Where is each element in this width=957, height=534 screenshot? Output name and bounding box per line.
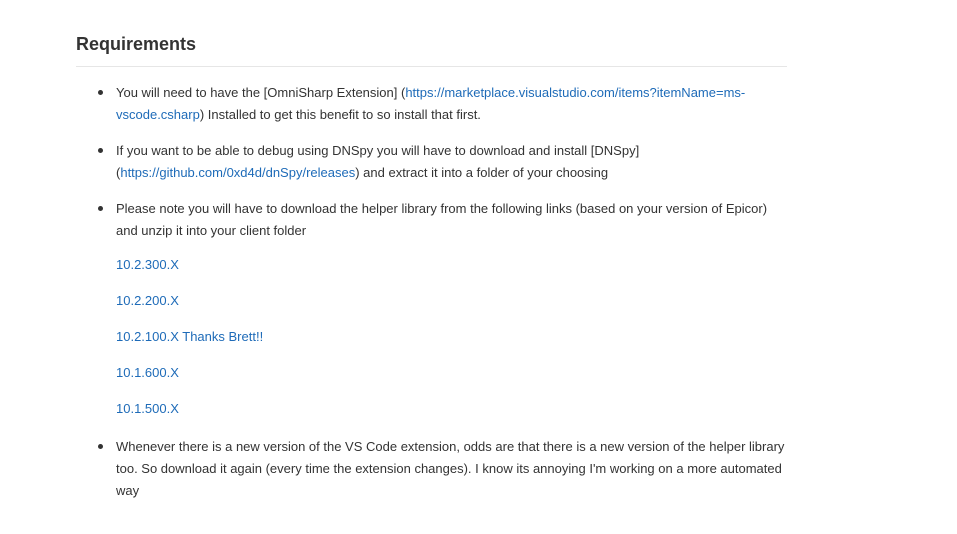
version-link-10-1-500[interactable]: 10.1.500.X <box>116 401 179 416</box>
version-link-10-2-100[interactable]: 10.2.100.X Thanks Brett!! <box>116 329 263 344</box>
bullet-icon <box>98 90 103 95</box>
requirements-list-continued: Whenever there is a new version of the V… <box>76 436 787 516</box>
item-text: ) Installed to get this benefit to so in… <box>199 107 481 122</box>
version-link-10-2-300[interactable]: 10.2.300.X <box>116 257 179 272</box>
bullet-icon <box>98 444 103 449</box>
version-links: 10.2.300.X 10.2.200.X 10.2.100.X Thanks … <box>76 254 787 434</box>
item-text: You will need to have the [OmniSharp Ext… <box>116 85 406 100</box>
requirements-heading: Requirements <box>76 33 787 67</box>
version-link-10-2-200[interactable]: 10.2.200.X <box>116 293 179 308</box>
list-item-dnspy: If you want to be able to debug using DN… <box>76 140 787 184</box>
item-text: Whenever there is a new version of the V… <box>116 439 785 498</box>
list-item-update-note: Whenever there is a new version of the V… <box>76 436 787 502</box>
item-text: Please note you will have to download th… <box>116 201 768 238</box>
bullet-icon <box>98 206 103 211</box>
version-link-10-1-600[interactable]: 10.1.600.X <box>116 365 179 380</box>
requirements-list: You will need to have the [OmniSharp Ext… <box>76 82 787 256</box>
bullet-icon <box>98 148 103 153</box>
dnspy-link[interactable]: https://github.com/0xd4d/dnSpy/releases <box>120 165 355 180</box>
list-item-omnisharp: You will need to have the [OmniSharp Ext… <box>76 82 787 126</box>
item-text: ) and extract it into a folder of your c… <box>355 165 609 180</box>
list-item-helper-library: Please note you will have to download th… <box>76 198 787 242</box>
